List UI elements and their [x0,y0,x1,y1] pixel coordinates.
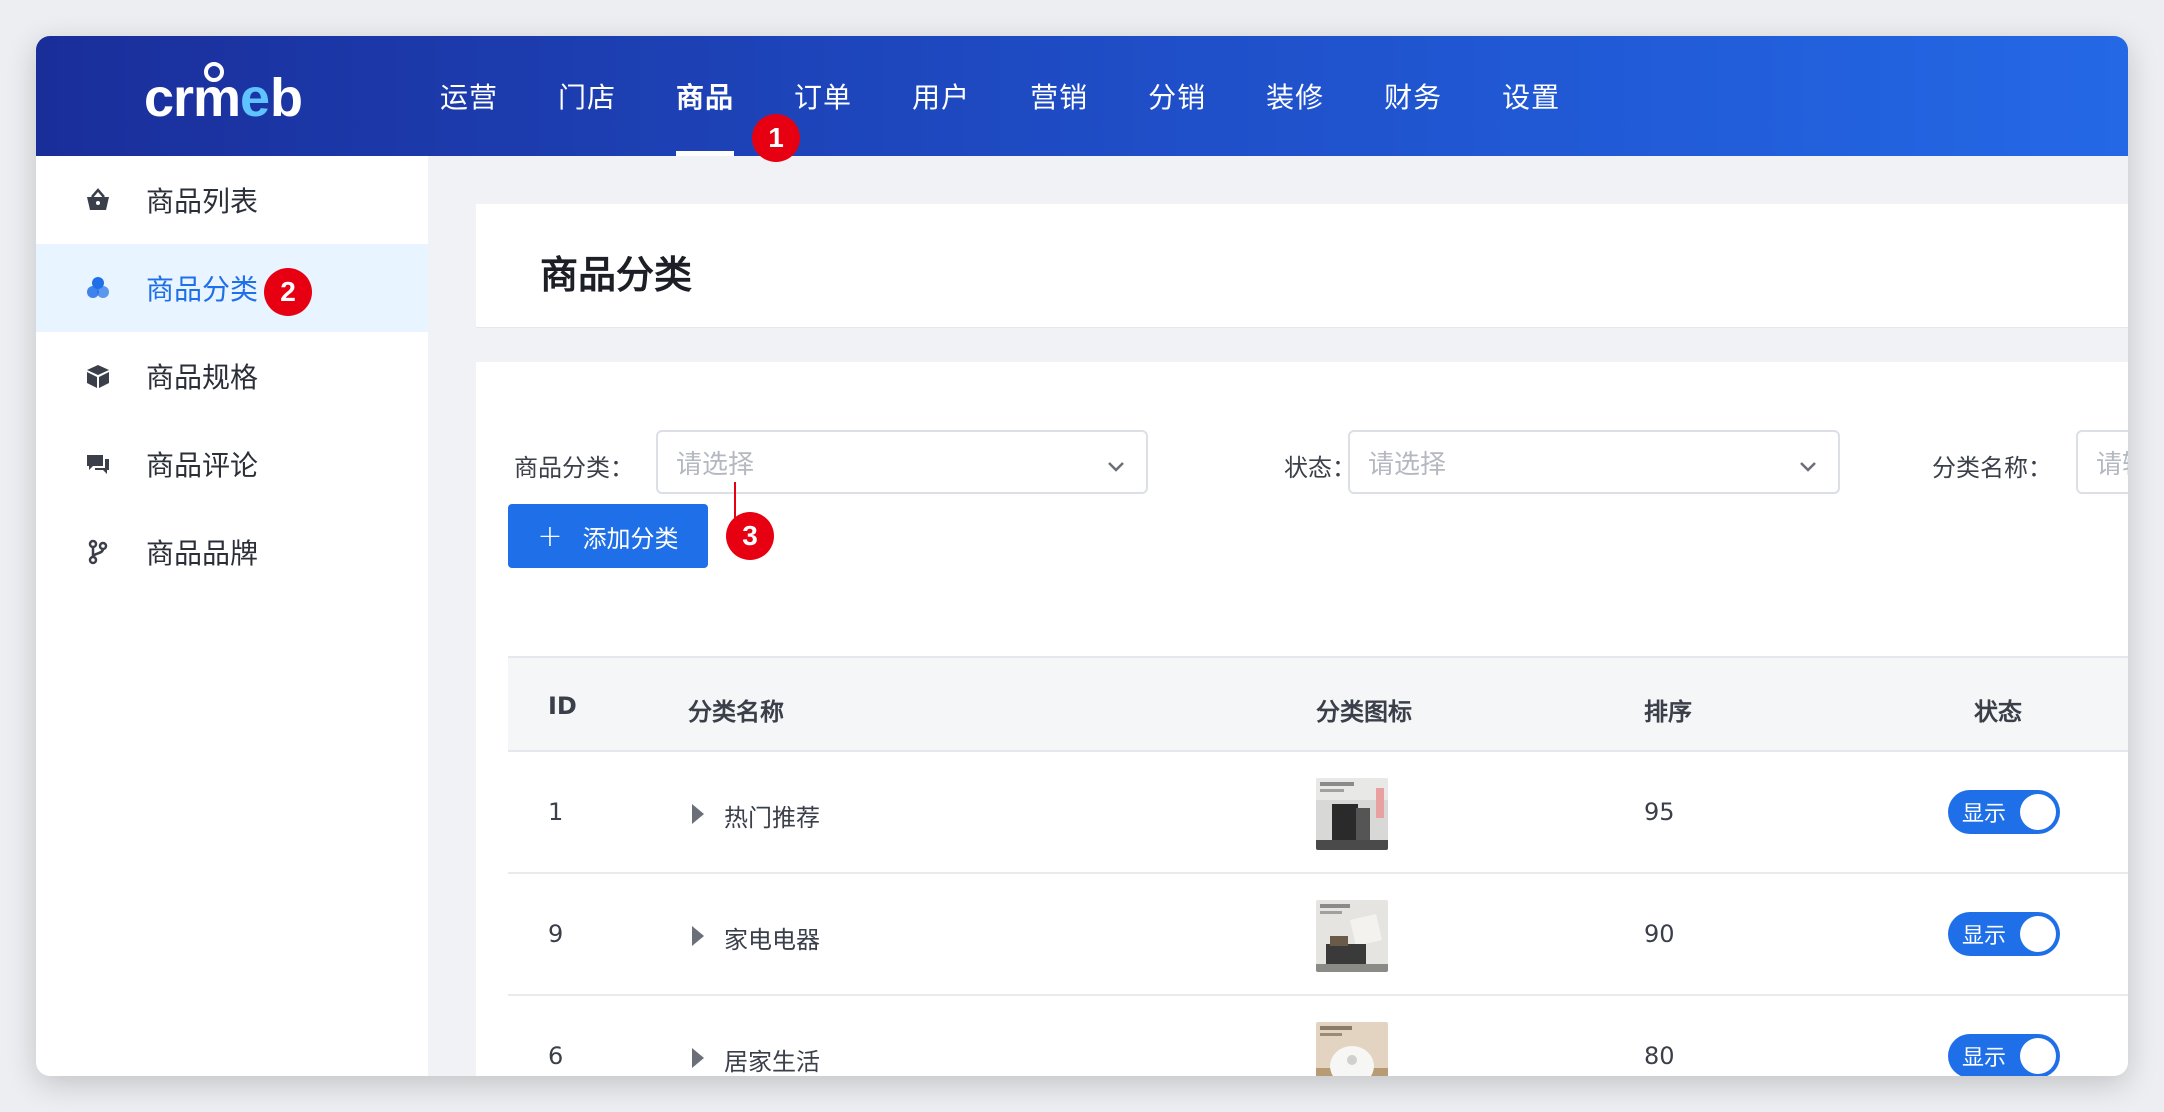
nav-item-store[interactable]: 门店 [558,36,616,156]
name-search-placeholder: 请输入 [2096,449,2128,480]
cell-id: 1 [548,798,564,826]
nav-item-orders[interactable]: 订单 [794,36,852,156]
expand-caret-icon[interactable] [692,804,704,824]
page-title: 商品分类 [540,253,693,297]
annotation-badge-2: 2 [264,268,312,316]
top-navbar: crm e b 运营 门店 商品 订单 用户 营销 分销 装修 财务 设置 1 [36,36,2128,162]
status-filter-label: 状态： [1284,454,1356,482]
header-name: 分类名称 [688,698,784,726]
category-select[interactable]: 请选择 [656,430,1148,494]
brand-icon [84,538,112,566]
status-select-placeholder: 请选择 [1368,449,1447,480]
chevron-down-icon [1798,454,1818,474]
sidebar-item-label: 商品评论 [146,449,259,482]
category-table: ID 分类名称 分类图标 排序 状态 1 热门推荐 95 显示 9 家电电器 9… [508,656,2128,1076]
status-toggle-label: 显示 [1962,802,2007,827]
cell-name: 热门推荐 [724,804,820,832]
header-status: 状态 [1974,698,2022,726]
nav-item-users[interactable]: 用户 [912,36,970,156]
cube-icon [84,362,112,390]
cell-name: 家电电器 [724,926,820,954]
header-sort: 排序 [1644,698,1692,726]
page-header: 商品分类 [476,204,2128,328]
nav-item-distribution[interactable]: 分销 [1148,36,1206,156]
table-row: 9 家电电器 90 显示 [508,874,2128,996]
expand-caret-icon[interactable] [692,926,704,946]
svg-text:e: e [240,68,270,128]
add-category-label: 添加分类 [582,524,679,553]
annotation-line [734,482,736,522]
svg-text:crm: crm [144,68,240,128]
sidebar: 商品列表 商品分类 2 商品规格 商品评论 商品品牌 [36,156,428,1076]
table-header: ID 分类名称 分类图标 排序 状态 [508,656,2128,752]
status-toggle-label: 显示 [1962,1046,2007,1071]
toggle-knob [2020,794,2056,830]
sidebar-item-product-spec[interactable]: 商品规格 [36,332,428,420]
app-window: crm e b 运营 门店 商品 订单 用户 营销 分销 装修 财务 设置 1 … [36,36,2128,1076]
cell-id: 9 [548,920,564,948]
category-select-placeholder: 请选择 [676,449,755,480]
basket-icon [84,186,112,214]
cell-sort: 80 [1644,1042,1675,1070]
sidebar-item-label: 商品分类 [146,273,259,306]
name-search-input[interactable]: 请输入 [2076,430,2128,494]
sidebar-item-product-comments[interactable]: 商品评论 [36,420,428,508]
header-id: ID [548,692,577,720]
sidebar-item-label: 商品规格 [146,361,259,394]
plus-icon: + [537,518,563,554]
category-panel: 商品分类： 请选择 状态： 请选择 分类名称： 请输入 + 添加分类 3 ID … [476,362,2128,1076]
cell-sort: 90 [1644,920,1675,948]
header-icon: 分类图标 [1316,698,1412,726]
cell-id: 6 [548,1042,564,1070]
main-nav: 运营 门店 商品 订单 用户 营销 分销 装修 财务 设置 [440,36,1620,156]
chevron-down-icon [1106,454,1126,474]
category-thumbnail [1316,778,1388,850]
nav-item-products[interactable]: 商品 [676,36,735,156]
table-row: 1 热门推荐 95 显示 [508,752,2128,874]
sidebar-item-label: 商品品牌 [146,537,259,570]
status-toggle[interactable]: 显示 [1948,790,2060,834]
status-toggle[interactable]: 显示 [1948,912,2060,956]
expand-caret-icon[interactable] [692,1048,704,1068]
nav-item-finance[interactable]: 财务 [1384,36,1442,156]
sidebar-item-product-category[interactable]: 商品分类 2 [36,244,428,332]
category-thumbnail [1316,900,1388,972]
nav-item-settings[interactable]: 设置 [1502,36,1560,156]
status-toggle[interactable]: 显示 [1948,1034,2060,1076]
status-toggle-label: 显示 [1962,924,2007,949]
add-category-button[interactable]: + 添加分类 [508,504,708,568]
category-icon [84,274,112,302]
cell-sort: 95 [1644,798,1675,826]
sidebar-item-product-list[interactable]: 商品列表 [36,156,428,244]
annotation-badge-1: 1 [752,114,800,162]
svg-text:b: b [270,68,303,128]
nav-item-decoration[interactable]: 装修 [1266,36,1324,156]
comment-icon [84,450,112,478]
table-row: 6 居家生活 80 显示 [508,996,2128,1076]
crmeb-logo[interactable]: crm e b [144,60,344,136]
name-filter-label: 分类名称： [1932,454,2052,482]
toggle-knob [2020,1038,2056,1074]
category-thumbnail [1316,1022,1388,1076]
category-filter-label: 商品分类： [514,454,634,482]
toggle-knob [2020,916,2056,952]
nav-item-marketing[interactable]: 营销 [1030,36,1088,156]
nav-item-operations[interactable]: 运营 [440,36,498,156]
sidebar-item-label: 商品列表 [146,185,259,218]
cell-name: 居家生活 [724,1048,820,1076]
sidebar-item-product-brand[interactable]: 商品品牌 [36,508,428,596]
status-select[interactable]: 请选择 [1348,430,1840,494]
